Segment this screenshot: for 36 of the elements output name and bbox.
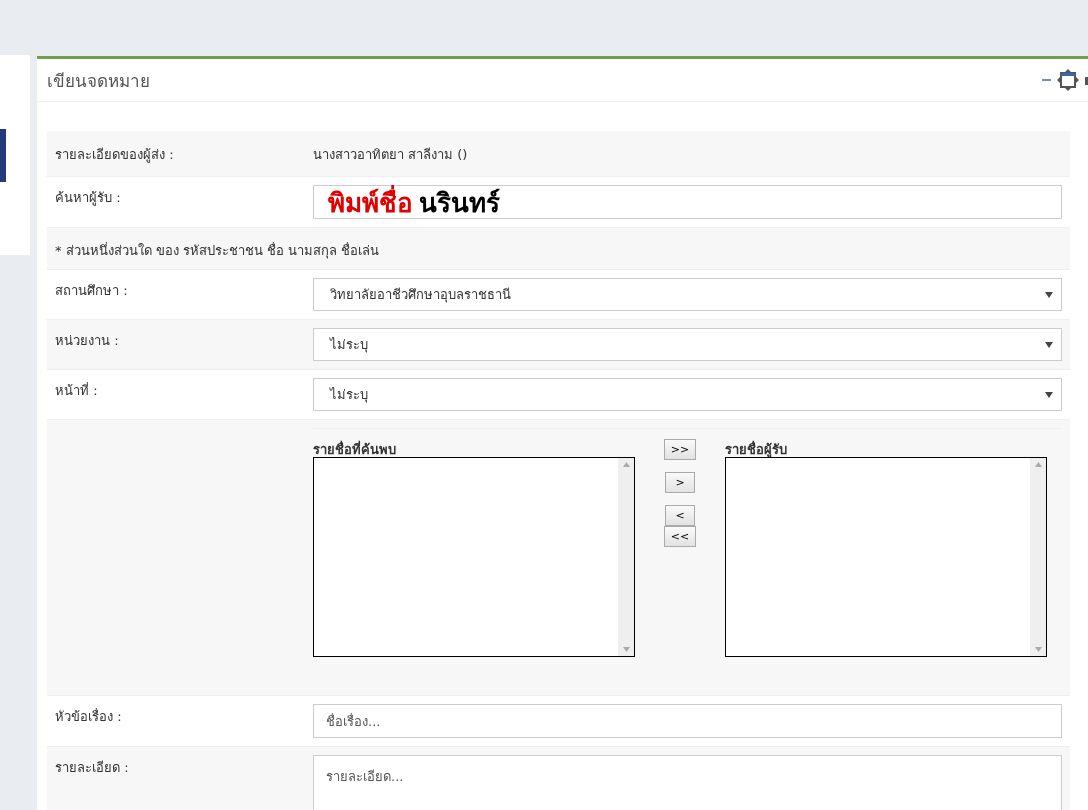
annotation-text: พิมพ์ชื่อ (328, 184, 413, 220)
field-label: หน่วยงาน : (55, 332, 120, 350)
details-field[interactable]: รายละเอียด... (313, 755, 1062, 810)
search-field[interactable]: พิมพ์ชื่อ นรินทร์ (313, 185, 1062, 219)
field-label: รายละเอียด : (55, 759, 130, 777)
field-label: สถานศึกษา : (55, 282, 129, 300)
caret-icon (1045, 341, 1053, 348)
list-title: รายชื่อที่ค้นพบ (313, 439, 397, 457)
list-title: รายชื่อผู้รับ (725, 439, 788, 457)
side-tab[interactable] (0, 128, 6, 182)
sender-value: นางสาวอาทิตยา สาลีงาม () (313, 146, 468, 164)
scroll-up-icon[interactable] (622, 462, 630, 467)
field-label: หัวข้อเรื่อง : (55, 707, 123, 726)
caret-icon (1045, 391, 1053, 398)
recipients-listbox[interactable] (725, 457, 1047, 657)
scroll-down-icon[interactable] (1034, 647, 1042, 652)
expand-icon[interactable] (1057, 69, 1079, 91)
field-label: ค้นหาผู้รับ : (55, 189, 122, 208)
scroll-up-icon[interactable] (1034, 462, 1042, 467)
field-label: หน้าที่ : (55, 381, 99, 400)
found-listbox[interactable] (313, 457, 635, 657)
field-label: รายละเอียดของผู้ส่ง : (55, 146, 175, 165)
dropdown[interactable]: ไม่ระบุ (313, 378, 1062, 411)
scroll-down-icon[interactable] (622, 647, 630, 652)
search-value: นรินทร์ (419, 186, 500, 220)
dropdown[interactable]: ไม่ระบุ (313, 328, 1062, 361)
transfer-button[interactable]: > (665, 472, 695, 493)
caret-icon (1045, 291, 1053, 298)
search-note: * ส่วนหนึ่งส่วนใด ของ รหัสประชาชน ชื่อ นามสกุล ชื่อเล่น (55, 241, 380, 261)
dropdown[interactable]: วิทยาลัยอาชีวศึกษาอุบลราชธานี (313, 278, 1062, 311)
panel-title: เขียนจดหมาย (47, 69, 150, 93)
subject-field[interactable]: ชื่อเรื่อง... (313, 704, 1062, 738)
transfer-button[interactable]: >> (663, 439, 697, 460)
transfer-button[interactable]: < (665, 505, 695, 526)
transfer-button[interactable]: << (663, 526, 697, 547)
minimize-icon[interactable] (1042, 78, 1051, 82)
